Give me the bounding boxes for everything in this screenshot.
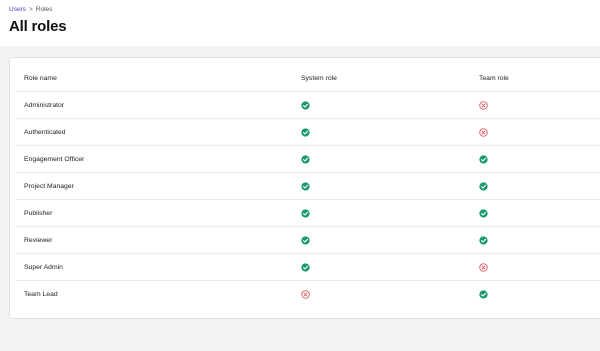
check-circle-icon bbox=[479, 235, 488, 245]
system-role-cell bbox=[301, 226, 479, 254]
table-row: Publisher bbox=[15, 199, 600, 227]
system-role-cell bbox=[301, 172, 479, 200]
team-role-cell bbox=[479, 253, 600, 281]
breadcrumb: Users > Roles bbox=[9, 6, 52, 13]
role-name-cell: Project Manager bbox=[15, 172, 301, 200]
check-circle-icon bbox=[301, 262, 310, 272]
column-header-role-name: Role name bbox=[15, 65, 301, 92]
main-content: Role name System role Team role Administ… bbox=[0, 46, 600, 351]
column-header-system-role: System role bbox=[301, 65, 479, 92]
breadcrumb-separator: > bbox=[28, 6, 33, 13]
table-header-row: Role name System role Team role bbox=[15, 65, 600, 92]
table-row: Team Lead bbox=[15, 281, 600, 308]
table-row: Project Manager bbox=[15, 172, 600, 200]
check-circle-icon bbox=[301, 127, 310, 137]
check-circle-icon bbox=[479, 181, 488, 191]
system-role-cell bbox=[301, 118, 479, 146]
roles-table-card: Role name System role Team role Administ… bbox=[9, 57, 600, 319]
x-circle-icon bbox=[301, 289, 310, 299]
roles-table: Role name System role Team role Administ… bbox=[15, 65, 600, 307]
column-header-team-role: Team role bbox=[479, 65, 600, 92]
system-role-cell bbox=[301, 145, 479, 173]
check-circle-icon bbox=[479, 208, 488, 218]
team-role-cell bbox=[479, 199, 600, 227]
breadcrumb-current: Roles bbox=[35, 6, 53, 13]
role-name-cell: Engagement Officer bbox=[15, 145, 301, 173]
role-name-cell: Administrator bbox=[15, 91, 301, 119]
role-name-cell: Super Admin bbox=[15, 253, 301, 281]
x-circle-icon bbox=[479, 127, 488, 137]
team-role-cell bbox=[479, 145, 600, 173]
check-circle-icon bbox=[301, 235, 310, 245]
page-header: Users > Roles All roles bbox=[0, 0, 600, 46]
page-title: All roles bbox=[9, 18, 67, 35]
role-name-cell: Reviewer bbox=[15, 226, 301, 254]
table-row: Authenticated bbox=[15, 118, 600, 146]
system-role-cell bbox=[301, 199, 479, 227]
x-circle-icon bbox=[479, 262, 488, 272]
role-name-cell: Authenticated bbox=[15, 118, 301, 146]
check-circle-icon bbox=[301, 100, 310, 110]
check-circle-icon bbox=[301, 208, 310, 218]
check-circle-icon bbox=[301, 154, 310, 164]
system-role-cell bbox=[301, 281, 479, 308]
role-name-cell: Team Lead bbox=[24, 290, 58, 298]
team-role-cell bbox=[479, 118, 600, 146]
check-circle-icon bbox=[479, 154, 488, 164]
table-row: Reviewer bbox=[15, 226, 600, 254]
role-name-cell: Publisher bbox=[15, 199, 301, 227]
team-role-cell bbox=[479, 172, 600, 200]
system-role-cell bbox=[301, 253, 479, 281]
x-circle-icon bbox=[479, 100, 488, 110]
table-row: Engagement Officer bbox=[15, 145, 600, 173]
check-circle-icon bbox=[301, 181, 310, 191]
team-role-cell bbox=[479, 281, 600, 308]
table-row: Administrator bbox=[15, 91, 600, 119]
table-row: Super Admin bbox=[15, 253, 600, 281]
system-role-cell bbox=[301, 91, 479, 119]
team-role-cell bbox=[479, 226, 600, 254]
breadcrumb-users-link[interactable]: Users bbox=[9, 6, 26, 13]
check-circle-icon bbox=[479, 289, 488, 299]
team-role-cell bbox=[479, 91, 600, 119]
